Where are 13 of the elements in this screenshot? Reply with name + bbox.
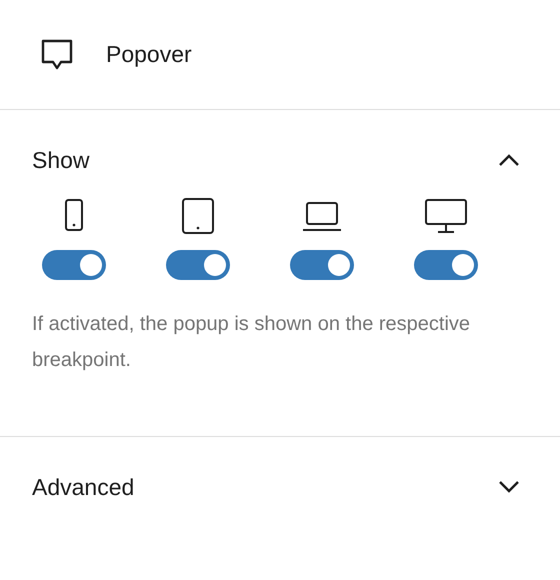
panel-header[interactable]: Advanced: [0, 437, 560, 537]
monitor-icon: [424, 198, 468, 234]
toggle-switch[interactable]: [42, 250, 106, 280]
toggle-switch[interactable]: [166, 250, 230, 280]
block-title: Popover: [106, 40, 192, 70]
toggle-switch[interactable]: [290, 250, 354, 280]
chevron-up-icon: [498, 153, 520, 167]
help-text: If activated, the popup is shown on the respective breakpoint.: [32, 312, 472, 373]
tablet-icon: [180, 198, 216, 234]
panel-header[interactable]: Show: [0, 110, 560, 210]
speech-bubble-icon: [40, 38, 74, 72]
toggle-switch[interactable]: [414, 250, 478, 280]
chevron-down-icon: [498, 480, 520, 494]
